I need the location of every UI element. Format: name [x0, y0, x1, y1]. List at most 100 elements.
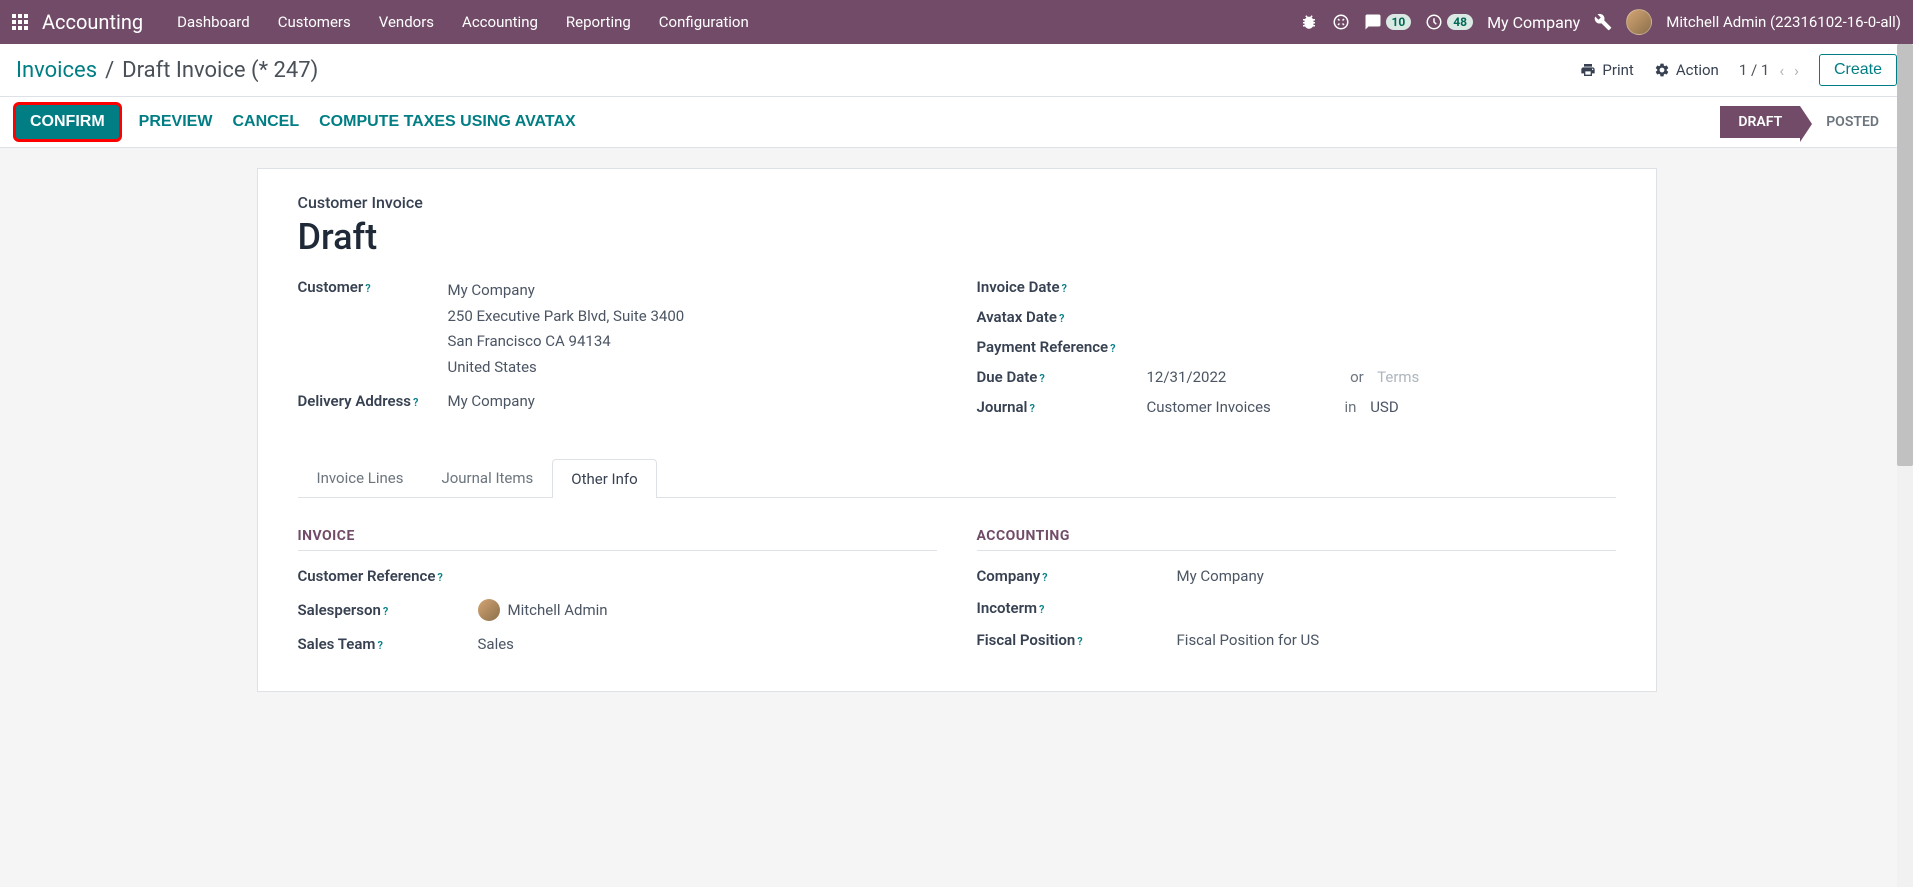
help-icon[interactable]: ?	[413, 396, 418, 409]
scrollbar[interactable]	[1897, 44, 1913, 887]
control-panel-right: Print Action 1 / 1 ‹ › Create	[1580, 54, 1897, 86]
create-button[interactable]: Create	[1819, 54, 1897, 86]
help-icon[interactable]: ?	[377, 639, 382, 652]
company-value[interactable]: My Company	[1177, 567, 1264, 585]
form-title-block: Customer Invoice Draft	[298, 193, 1616, 258]
salesperson-avatar	[478, 599, 500, 621]
support-icon[interactable]	[1332, 13, 1350, 31]
incoterm-label: Incoterm	[977, 599, 1038, 617]
tools-icon[interactable]	[1594, 13, 1612, 31]
nav-customers[interactable]: Customers	[264, 0, 365, 44]
user-menu[interactable]: Mitchell Admin (22316102-16-0-all)	[1666, 13, 1901, 31]
statusbar: CONFIRM PREVIEW CANCEL COMPUTE TAXES USI…	[0, 97, 1913, 148]
customer-label: Customer	[298, 278, 364, 296]
journal-label: Journal	[977, 398, 1028, 416]
bug-icon[interactable]	[1300, 13, 1318, 31]
nav-reporting[interactable]: Reporting	[552, 0, 645, 44]
section-invoice: INVOICE Customer Reference ? Salesperson…	[298, 528, 937, 667]
salesperson-value[interactable]: Mitchell Admin	[478, 599, 608, 621]
due-date-label: Due Date	[977, 368, 1038, 386]
breadcrumb-sep: /	[105, 58, 114, 83]
action-button[interactable]: Action	[1654, 61, 1719, 79]
delivery-value[interactable]: My Company	[448, 392, 937, 410]
sales-team-value[interactable]: Sales	[478, 635, 514, 653]
activity-badge: 48	[1447, 14, 1473, 30]
help-icon[interactable]: ?	[1029, 402, 1034, 415]
section-accounting-title: ACCOUNTING	[977, 528, 1616, 551]
control-panel: Invoices / Draft Invoice (* 247) Print A…	[0, 44, 1913, 97]
breadcrumb-current: Draft Invoice (* 247)	[122, 58, 318, 83]
help-icon[interactable]: ?	[1077, 635, 1082, 648]
gear-icon	[1654, 62, 1670, 78]
title-label: Customer Invoice	[298, 193, 1616, 212]
form-sheet: Customer Invoice Draft Customer ? My Com…	[257, 168, 1657, 692]
status-posted[interactable]: POSTED	[1800, 106, 1897, 138]
help-icon[interactable]: ?	[1110, 342, 1115, 355]
pager-next-icon[interactable]: ›	[1794, 61, 1799, 80]
field-avatax-date: Avatax Date ?	[977, 308, 1616, 326]
field-customer: Customer ? My Company 250 Executive Park…	[298, 278, 937, 380]
content-area: Customer Invoice Draft Customer ? My Com…	[0, 148, 1913, 883]
help-icon[interactable]: ?	[437, 571, 442, 584]
tab-content-other-info: INVOICE Customer Reference ? Salesperson…	[298, 498, 1616, 667]
navbar-left: Accounting Dashboard Customers Vendors A…	[12, 0, 763, 44]
apps-icon[interactable]	[12, 14, 28, 30]
help-icon[interactable]: ?	[383, 605, 388, 618]
discuss-badge: 10	[1386, 14, 1412, 30]
help-icon[interactable]: ?	[1059, 312, 1064, 325]
sales-team-label: Sales Team	[298, 635, 376, 653]
nav-dashboard[interactable]: Dashboard	[163, 0, 264, 44]
customer-value[interactable]: My Company 250 Executive Park Blvd, Suit…	[448, 278, 937, 380]
help-icon[interactable]: ?	[365, 282, 370, 295]
delivery-label: Delivery Address	[298, 392, 412, 410]
pager-text[interactable]: 1 / 1	[1739, 61, 1770, 79]
pager-prev-icon[interactable]: ‹	[1779, 61, 1784, 80]
status-tags: DRAFT POSTED	[1720, 106, 1897, 138]
due-date-value[interactable]: 12/31/2022	[1147, 368, 1227, 386]
salesperson-label: Salesperson	[298, 601, 381, 619]
payment-ref-label: Payment Reference	[977, 338, 1109, 356]
activity-icon[interactable]: 48	[1425, 13, 1473, 31]
form-header-row: Customer ? My Company 250 Executive Park…	[298, 278, 1616, 428]
tab-journal-items[interactable]: Journal Items	[422, 458, 552, 497]
currency-value[interactable]: USD	[1370, 398, 1398, 416]
due-date-row: 12/31/2022 or Terms	[1147, 368, 1616, 386]
help-icon[interactable]: ?	[1042, 571, 1047, 584]
confirm-button[interactable]: CONFIRM	[16, 105, 119, 139]
help-icon[interactable]: ?	[1062, 282, 1067, 295]
avatax-date-label: Avatax Date	[977, 308, 1057, 326]
user-avatar[interactable]	[1626, 9, 1652, 35]
nav-configuration[interactable]: Configuration	[645, 0, 763, 44]
nav-vendors[interactable]: Vendors	[365, 0, 448, 44]
help-icon[interactable]: ?	[1039, 372, 1044, 385]
nav-accounting[interactable]: Accounting	[448, 0, 552, 44]
form-col-right: Invoice Date ? Avatax Date ? Payment Ref…	[977, 278, 1616, 428]
breadcrumb-root[interactable]: Invoices	[16, 58, 97, 83]
preview-button[interactable]: PREVIEW	[139, 113, 213, 131]
journal-value[interactable]: Customer Invoices	[1147, 398, 1271, 416]
status-draft[interactable]: DRAFT	[1720, 106, 1800, 138]
print-button[interactable]: Print	[1580, 61, 1633, 79]
in-label: in	[1345, 398, 1357, 416]
tabs: Invoice Lines Journal Items Other Info	[298, 458, 1616, 498]
field-journal: Journal ? Customer Invoices in USD	[977, 398, 1616, 416]
breadcrumb: Invoices / Draft Invoice (* 247)	[16, 58, 318, 83]
discuss-icon[interactable]: 10	[1364, 13, 1412, 31]
tab-other-info[interactable]: Other Info	[552, 459, 656, 498]
tab-invoice-lines[interactable]: Invoice Lines	[298, 458, 423, 497]
section-accounting: ACCOUNTING Company ? My Company Incoterm…	[977, 528, 1616, 667]
terms-select[interactable]: Terms	[1377, 368, 1419, 386]
help-icon[interactable]: ?	[1039, 603, 1044, 616]
invoice-date-label: Invoice Date	[977, 278, 1060, 296]
customer-ref-label: Customer Reference	[298, 567, 436, 585]
fiscal-value[interactable]: Fiscal Position for US	[1177, 631, 1320, 649]
or-label: or	[1350, 368, 1364, 386]
field-due-date: Due Date ? 12/31/2022 or Terms	[977, 368, 1616, 386]
app-brand[interactable]: Accounting	[42, 10, 143, 34]
company-switcher[interactable]: My Company	[1487, 13, 1580, 32]
cancel-button[interactable]: CANCEL	[232, 113, 299, 131]
scrollbar-thumb[interactable]	[1897, 44, 1913, 466]
main-navbar: Accounting Dashboard Customers Vendors A…	[0, 0, 1913, 44]
statusbar-buttons: CONFIRM PREVIEW CANCEL COMPUTE TAXES USI…	[16, 105, 576, 139]
compute-taxes-button[interactable]: COMPUTE TAXES USING AVATAX	[319, 113, 576, 131]
